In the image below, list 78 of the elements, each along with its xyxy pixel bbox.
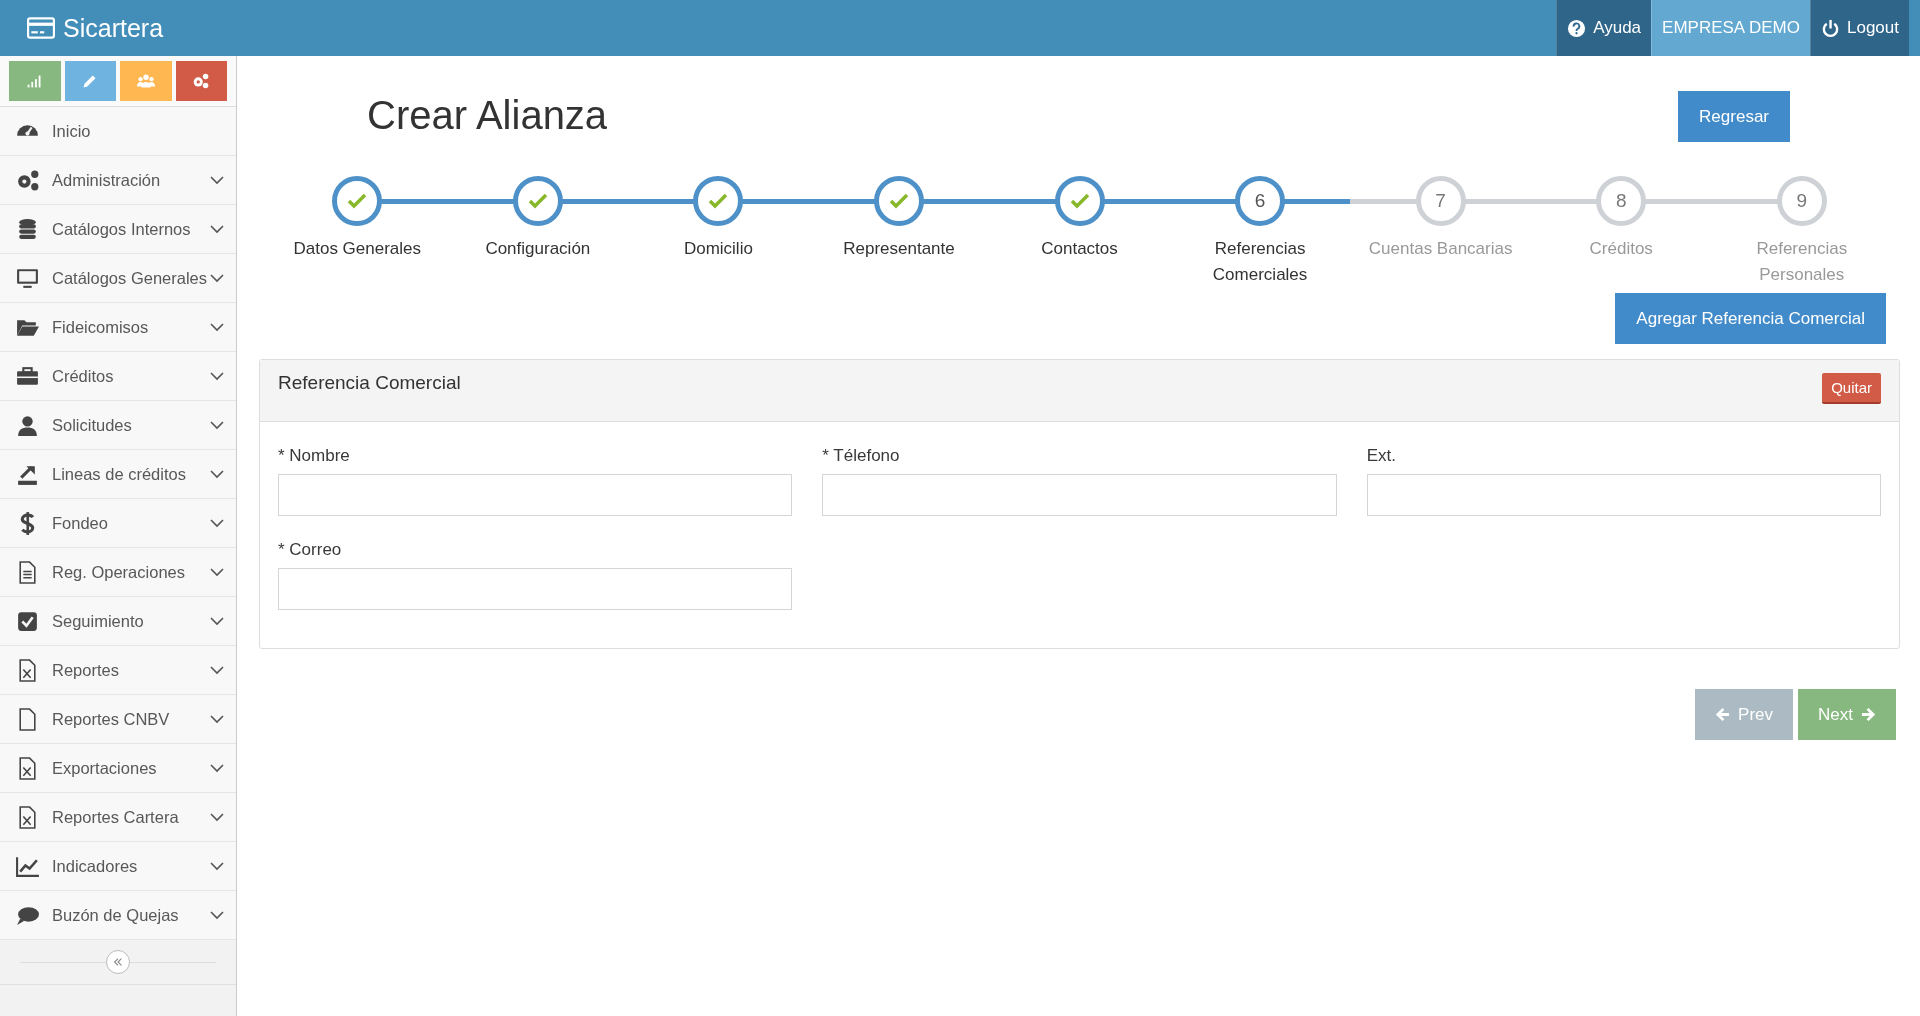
menu-item[interactable]: Inicio (0, 107, 236, 156)
brand-name: Sicartera (63, 13, 164, 43)
panel-title: Referencia Comercial (278, 371, 461, 394)
step-circle[interactable]: 8 (1596, 176, 1647, 226)
menu-item[interactable]: Solicitudes (0, 401, 236, 450)
step-label: Representante (843, 238, 955, 260)
step-circle[interactable] (332, 176, 383, 226)
step-label: Datos Generales (293, 238, 422, 260)
step-label: Contactos (1041, 238, 1118, 260)
chevron-down-icon (210, 910, 224, 920)
add-reference-button[interactable]: Agregar Referencia Comercial (1615, 293, 1886, 344)
back-button[interactable]: Regresar (1678, 91, 1790, 142)
input-field[interactable] (822, 474, 1337, 516)
checkmark-icon (527, 193, 548, 209)
checkmark-icon (708, 193, 729, 209)
field-label: * Nombre (278, 446, 351, 466)
chevron-down-icon (210, 273, 224, 283)
chevron-down-icon (210, 763, 224, 773)
shortcut-button[interactable] (175, 61, 227, 101)
step-circle[interactable]: 7 (1415, 176, 1466, 226)
credit-card-icon (27, 17, 55, 39)
step-label: Referencias Personales (1755, 238, 1849, 286)
chevron-down-icon (210, 714, 224, 724)
input-field[interactable] (278, 568, 793, 610)
arrow-left-icon (1715, 707, 1731, 722)
menu-item[interactable]: Reportes Cartera (0, 793, 236, 842)
menu-item[interactable]: Reportes (0, 646, 236, 695)
checkmark-icon (1069, 193, 1090, 209)
field-label: Ext. (1366, 446, 1397, 466)
menu-item[interactable]: Administración (0, 156, 236, 205)
step-label: Cuentas Bancarias (1368, 238, 1513, 260)
step-circle[interactable]: 9 (1776, 176, 1827, 226)
step-circle[interactable]: 6 (1235, 176, 1286, 226)
menu-item[interactable]: Catálogos Generales (0, 254, 236, 303)
field-label: * Télefono (822, 446, 901, 466)
step-label: Domicilio (683, 238, 753, 260)
menu-item[interactable]: Créditos (0, 352, 236, 401)
menu-item[interactable]: Buzón de Quejas (0, 891, 236, 940)
chevron-down-icon (210, 371, 224, 381)
chevron-down-icon (210, 322, 224, 332)
field-label: * Correo (278, 540, 343, 560)
menu-item[interactable]: Reportes CNBV (0, 695, 236, 744)
menu-item[interactable]: Indicadores (0, 842, 236, 891)
input-field[interactable] (1366, 474, 1881, 516)
page-title: Crear Alianza (367, 92, 608, 139)
menu-item[interactable]: Exportaciones (0, 744, 236, 793)
checkmark-icon (888, 193, 909, 209)
power-icon (1821, 18, 1840, 38)
step-label: Referencias Comerciales (1211, 238, 1309, 286)
collapse-button[interactable] (106, 950, 130, 974)
step-label: Configuración (485, 238, 591, 260)
chevron-down-icon (210, 812, 224, 822)
nav-link[interactable]: Logout (1810, 0, 1909, 56)
shortcut-button[interactable] (64, 61, 116, 101)
chevron-down-icon (210, 469, 224, 479)
chevron-down-icon (210, 861, 224, 871)
nav-link[interactable]: Ayuda (1556, 0, 1652, 56)
menu-item[interactable]: Catálogos Internos (0, 205, 236, 254)
arrow-right-icon (1861, 707, 1876, 722)
shortcut-button[interactable] (120, 61, 172, 101)
chevron-down-icon (210, 616, 224, 626)
menu-item[interactable]: Seguimiento (0, 597, 236, 646)
double-chevron-left-icon (112, 956, 124, 968)
chevron-down-icon (210, 567, 224, 577)
chevron-down-icon (210, 518, 224, 528)
menu-item[interactable]: Lineas de créditos (0, 450, 236, 499)
menu-item[interactable]: Fideicomisos (0, 303, 236, 352)
help-icon (1567, 18, 1587, 38)
chevron-down-icon (210, 175, 224, 185)
menu-item[interactable]: Reg. Operaciones (0, 548, 236, 597)
chevron-down-icon (210, 420, 224, 430)
checkmark-icon (347, 193, 368, 209)
menu-item[interactable]: Fondeo (0, 499, 236, 548)
input-field[interactable] (278, 474, 793, 516)
chevron-down-icon (210, 665, 224, 675)
chevron-down-icon (210, 224, 224, 234)
remove-button[interactable]: Quitar (1822, 373, 1881, 404)
step-label: Créditos (1589, 238, 1653, 260)
